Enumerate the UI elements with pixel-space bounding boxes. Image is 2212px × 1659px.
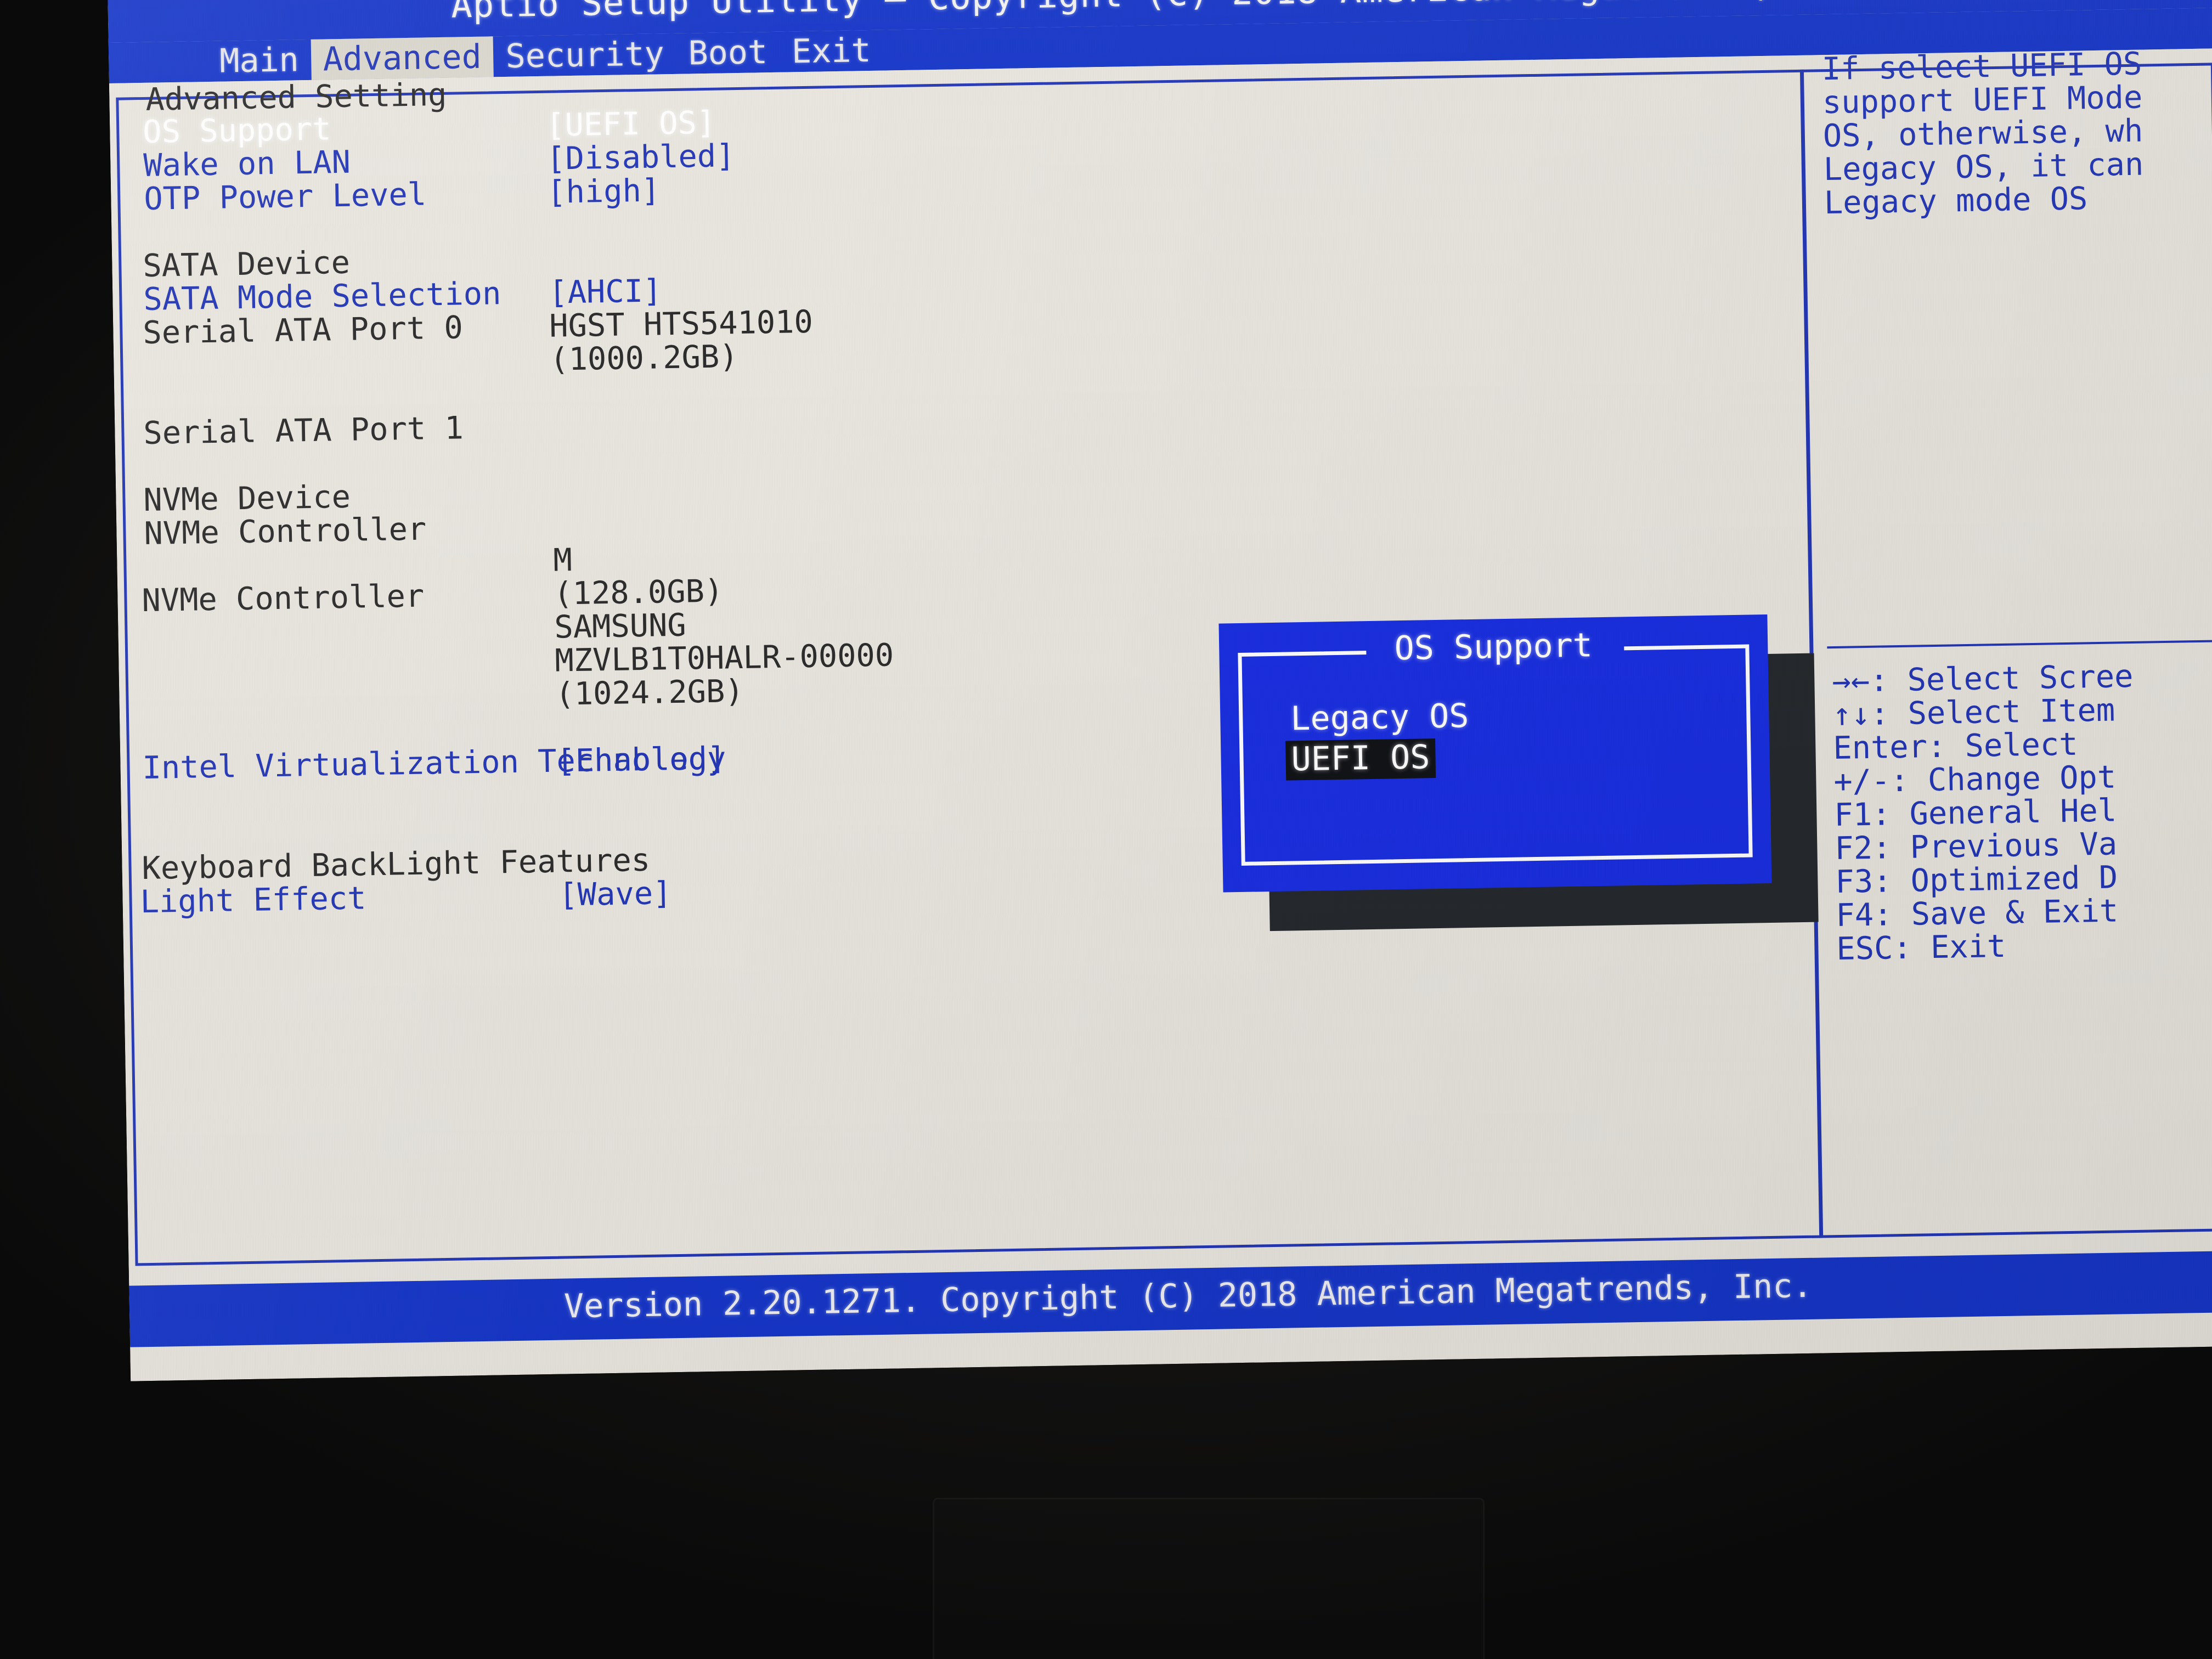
setting-value: (128.0GB) (553, 573, 724, 612)
setting-value[interactable]: [high] (547, 172, 661, 210)
key-legend-f1-general-help: F1: General Hel (1833, 792, 2117, 834)
tab-boot[interactable]: Boot (676, 32, 780, 74)
key-legend-change-option: +/-: Change Opt (1833, 759, 2117, 800)
content-area: Advanced Setting OS Support [UEFI OS] Wa… (109, 48, 2212, 1286)
setting-label: NVMe Controller (143, 511, 427, 552)
key-legend-f3-optimized-defaults: F3: Optimized D (1835, 859, 2118, 901)
setting-value[interactable]: [UEFI OS] (546, 105, 716, 144)
setting-value[interactable]: [Enabled] (556, 741, 726, 780)
tab-advanced[interactable]: Advanced (311, 36, 494, 80)
help-separator (1827, 639, 2212, 649)
key-legend-f2-previous-values: F2: Previous Va (1834, 826, 2118, 867)
setting-label: Serial ATA Port 1 (143, 410, 464, 452)
setting-label: OTP Power Level (143, 176, 427, 217)
setting-label: SATA Device (142, 244, 351, 284)
setting-value: SAMSUNG (554, 607, 687, 646)
tab-main[interactable]: Main (207, 40, 312, 82)
help-pane: If select UEFI OS support UEFI Mode OS, … (1809, 48, 2212, 1257)
bios-screen: Aptio Setup Utility – Copyright (C) 2018… (108, 0, 2212, 1381)
setting-value: (1000.2GB) (549, 338, 739, 378)
laptop-screen-photo: Aptio Setup Utility – Copyright (C) 2018… (0, 0, 2212, 1659)
setting-value[interactable]: [Disabled] (546, 138, 735, 177)
os-support-popup[interactable]: OS Support Legacy OS UEFI OS (1218, 614, 1772, 893)
key-legend-enter-select: Enter: Select (1832, 726, 2079, 767)
key-legend-select-item: ↑↓: Select Item (1832, 692, 2115, 733)
tab-security[interactable]: Security (493, 33, 676, 77)
setting-value[interactable]: [Wave] (558, 875, 672, 913)
setting-label: Wake on LAN (143, 144, 351, 184)
setting-value: MZVLB1T0HALR-00000 (554, 637, 894, 679)
setting-value[interactable]: [AHCI] (549, 273, 662, 311)
setting-label: Serial ATA Port 0 (142, 309, 464, 352)
popup-option-uefi-os[interactable]: UEFI OS (1285, 738, 1436, 781)
setting-label: OS Support (142, 111, 332, 150)
key-legend-f4-save-and-exit: F4: Save & Exit (1835, 893, 2119, 934)
laptop-trackpad (933, 1498, 1485, 1659)
tab-exit[interactable]: Exit (779, 30, 883, 72)
setting-label: NVMe Device (143, 478, 351, 519)
help-description-line: Legacy OS, it can (1823, 146, 2144, 188)
setting-label: NVMe Controller (141, 578, 425, 619)
help-description-line: Legacy mode OS (1824, 180, 2088, 222)
setting-value: HGST HTS541010 (549, 303, 814, 345)
setting-value: (1024.2GB) (555, 673, 744, 713)
setting-label: Light Effect (140, 880, 366, 921)
key-legend-esc-exit: ESC: Exit (1836, 928, 2006, 967)
setting-value: M (552, 542, 573, 579)
popup-option-legacy-os[interactable]: Legacy OS (1285, 697, 1475, 740)
